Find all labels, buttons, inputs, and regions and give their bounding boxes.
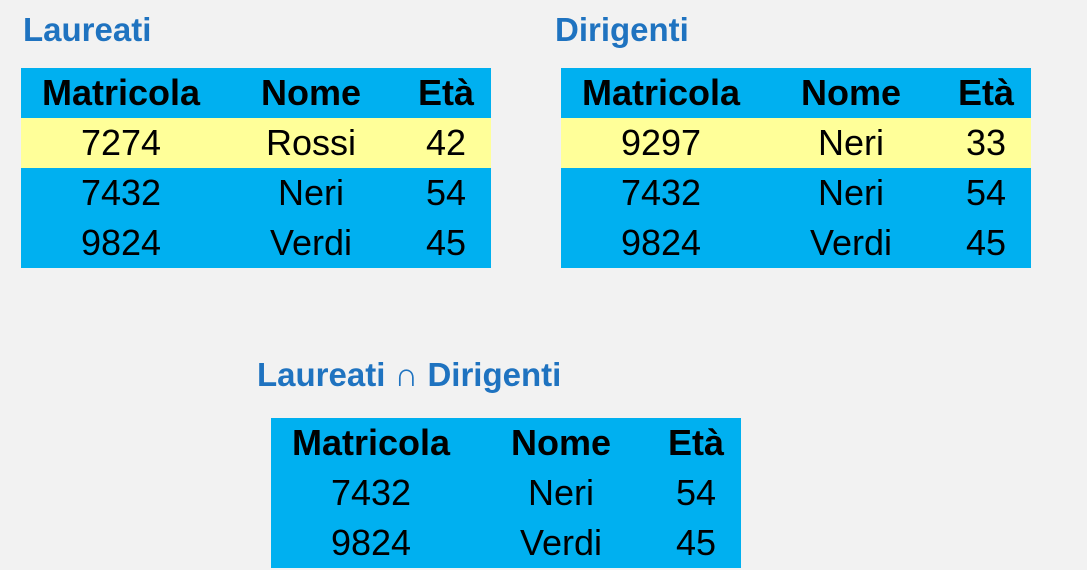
column-header-eta: Età — [957, 72, 1015, 113]
cell-eta: 54 — [965, 172, 1007, 213]
cell-matricola: 7274 — [21, 118, 221, 168]
cell-eta: 54 — [675, 472, 717, 513]
cell-matricola: 7432 — [620, 172, 702, 213]
column-header-matricola: Matricola — [41, 72, 201, 113]
intersection-table: Matricola Nome Età 7432 Neri 54 9824 Ver… — [271, 418, 741, 568]
cell-eta: 42 — [401, 118, 491, 168]
cell-matricola: 9824 — [80, 222, 162, 263]
table-row: 9824 Verdi 45 — [561, 218, 1031, 268]
cell-nome: Rossi — [221, 118, 401, 168]
cell-matricola: 7432 — [80, 172, 162, 213]
laureati-table: Matricola Nome Età 7274 Rossi 42 7432 Ne… — [21, 68, 491, 268]
table-header-row: Matricola Nome Età — [21, 68, 491, 118]
cell-matricola: 9824 — [620, 222, 702, 263]
cell-nome: Neri — [277, 172, 344, 213]
cell-nome: Neri — [761, 118, 941, 168]
table-row: 7432 Neri 54 — [21, 168, 491, 218]
cell-matricola: 7432 — [330, 472, 412, 513]
column-header-nome: Nome — [510, 422, 612, 463]
intersection-title-right: Dirigenti — [427, 356, 562, 393]
column-header-eta: Età — [667, 422, 725, 463]
table-row: 7432 Neri 54 — [561, 168, 1031, 218]
cell-matricola: 9297 — [561, 118, 761, 168]
column-header-eta: Età — [417, 72, 475, 113]
table-row: 7274 Rossi 42 — [21, 118, 491, 168]
intersection-title-left: Laureati — [257, 356, 386, 393]
cell-nome: Verdi — [269, 222, 353, 263]
column-header-nome: Nome — [260, 72, 362, 113]
cell-eta: 54 — [425, 172, 467, 213]
table-header-row: Matricola Nome Età — [271, 418, 741, 468]
table-row: 7432 Neri 54 — [271, 468, 741, 518]
column-header-matricola: Matricola — [581, 72, 741, 113]
cell-eta: 45 — [965, 222, 1007, 263]
cell-nome: Verdi — [519, 522, 603, 563]
table-row: 9824 Verdi 45 — [271, 518, 741, 568]
column-header-matricola: Matricola — [291, 422, 451, 463]
cell-nome: Neri — [527, 472, 594, 513]
intersection-title: Laureati ∩ Dirigenti — [257, 358, 561, 391]
dirigenti-title: Dirigenti — [555, 11, 689, 48]
cell-matricola: 9824 — [330, 522, 412, 563]
column-header-nome: Nome — [800, 72, 902, 113]
cell-eta: 45 — [425, 222, 467, 263]
cell-nome: Verdi — [809, 222, 893, 263]
cell-nome: Neri — [817, 172, 884, 213]
intersection-operator-icon: ∩ — [394, 356, 419, 393]
cell-eta: 45 — [675, 522, 717, 563]
table-row: 9824 Verdi 45 — [21, 218, 491, 268]
laureati-title: Laureati — [23, 11, 152, 48]
cell-eta: 33 — [941, 118, 1031, 168]
table-row: 9297 Neri 33 — [561, 118, 1031, 168]
dirigenti-table: Matricola Nome Età 9297 Neri 33 7432 Ner… — [561, 68, 1031, 268]
table-header-row: Matricola Nome Età — [561, 68, 1031, 118]
